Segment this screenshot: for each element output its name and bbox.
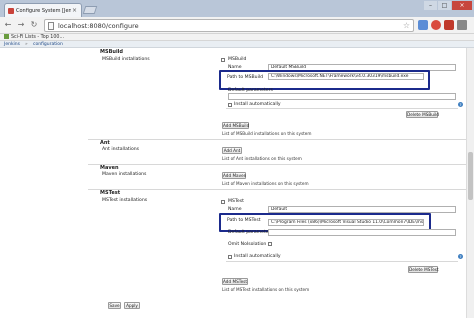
page-icon bbox=[48, 22, 54, 30]
ant-section-title: Ant bbox=[100, 140, 110, 146]
help-icon[interactable]: ? bbox=[458, 254, 463, 259]
mstest-list-help: List of MSTest installations on this sys… bbox=[222, 287, 310, 292]
address-bar[interactable]: localhost:8080/configure ☆ bbox=[44, 19, 414, 32]
maximize-icon[interactable]: □ bbox=[438, 1, 451, 10]
msbuild-section-title: MSBuild bbox=[100, 49, 123, 55]
minimize-icon[interactable]: – bbox=[424, 1, 437, 10]
add-maven-button[interactable]: Add Maven bbox=[222, 172, 246, 179]
bookmark-icon bbox=[4, 34, 9, 39]
reload-icon[interactable]: ↻ bbox=[29, 20, 39, 30]
divider bbox=[226, 108, 458, 109]
section-divider bbox=[88, 139, 466, 140]
menu-icon[interactable] bbox=[457, 20, 467, 30]
mstest-path-label: Path to MSTest bbox=[227, 218, 261, 223]
msbuild-params-input[interactable] bbox=[228, 93, 456, 100]
mstest-params-label: Default parameters bbox=[228, 230, 273, 235]
maven-list-help: List of Maven installations on this syst… bbox=[222, 181, 309, 186]
add-ant-button[interactable]: Add Ant bbox=[222, 147, 242, 154]
mstest-item-title: MSTest bbox=[228, 199, 244, 204]
ant-installations-label: Ant installations bbox=[102, 147, 140, 152]
mstest-params-input[interactable] bbox=[268, 229, 456, 236]
forward-icon[interactable]: → bbox=[16, 20, 26, 30]
back-icon[interactable]: ← bbox=[3, 20, 13, 30]
bookmark-item[interactable]: Sci-Fi Lists - Top 100... bbox=[4, 34, 64, 40]
save-button[interactable]: Save bbox=[108, 302, 121, 309]
add-mstest-button[interactable]: Add MSTest bbox=[222, 278, 248, 285]
new-tab-button[interactable] bbox=[82, 6, 98, 14]
breadcrumb-configuration[interactable]: configuration bbox=[33, 42, 63, 47]
apply-button[interactable]: Apply bbox=[124, 302, 140, 309]
mstest-install-auto-checkbox[interactable] bbox=[228, 255, 232, 259]
breadcrumb-separator: » bbox=[25, 42, 28, 47]
msbuild-path-input[interactable]: C:\Windows\Microsoft.NET\Framework\v4.0.… bbox=[268, 73, 424, 80]
extension-icon[interactable] bbox=[431, 20, 441, 30]
maven-installations-label: Maven installations bbox=[102, 172, 147, 177]
browser-tab[interactable]: Configure System [Jenkins] × bbox=[4, 3, 82, 17]
extension-icon[interactable] bbox=[418, 20, 428, 30]
window-controls: – □ × bbox=[424, 1, 472, 10]
tab-title: Configure System [Jenkins] bbox=[16, 8, 71, 14]
section-divider bbox=[88, 189, 466, 190]
mstest-install-auto-label: Install automatically bbox=[234, 254, 281, 259]
close-window-icon[interactable]: × bbox=[452, 1, 472, 10]
mstest-omit-label: Omit NoIsolation bbox=[228, 242, 267, 247]
url-text: localhost:8080/configure bbox=[58, 22, 139, 30]
breadcrumb: Jenkins » configuration bbox=[0, 41, 474, 48]
mstest-path-input[interactable]: C:\Program Files (x86)\Microsoft Visual … bbox=[268, 219, 424, 226]
breadcrumb-jenkins[interactable]: Jenkins bbox=[4, 42, 20, 47]
jenkins-favicon-icon bbox=[8, 8, 14, 14]
mstest-name-input[interactable]: Default bbox=[268, 206, 456, 213]
msbuild-path-label: Path to MSBuild bbox=[227, 75, 264, 80]
divider bbox=[226, 261, 458, 262]
bookmark-star-icon[interactable]: ☆ bbox=[403, 21, 410, 30]
page-scrollbar[interactable] bbox=[466, 48, 474, 318]
delete-msbuild-button[interactable]: Delete MSBuild bbox=[406, 111, 439, 118]
help-icon[interactable]: ? bbox=[458, 102, 463, 107]
msbuild-install-auto-label: Install automatically bbox=[234, 102, 281, 107]
mstest-omit-checkbox[interactable] bbox=[268, 242, 272, 246]
msbuild-list-help: List of MSBuild installations on this sy… bbox=[222, 131, 312, 136]
extension-icon[interactable] bbox=[444, 20, 454, 30]
scrollbar-thumb[interactable] bbox=[468, 152, 473, 200]
mstest-item-handle bbox=[221, 200, 225, 204]
msbuild-item-handle bbox=[221, 58, 225, 62]
browser-titlebar: Configure System [Jenkins] × – □ × bbox=[0, 0, 474, 17]
delete-mstest-button[interactable]: Delete MSTest bbox=[408, 266, 439, 273]
mstest-name-label: Name bbox=[228, 207, 242, 212]
mstest-installations-label: MSTest installations bbox=[102, 198, 148, 203]
extension-icons bbox=[418, 20, 467, 30]
tab-close-icon[interactable]: × bbox=[72, 7, 77, 14]
msbuild-installations-label: MSBuild installations bbox=[102, 57, 150, 62]
add-msbuild-button[interactable]: Add MSBuild bbox=[222, 122, 249, 129]
section-divider bbox=[88, 164, 466, 165]
browser-toolbar: ← → ↻ localhost:8080/configure ☆ bbox=[0, 17, 474, 34]
mstest-section-title: MSTest bbox=[100, 190, 121, 196]
maven-section-title: Maven bbox=[100, 165, 119, 171]
config-form: MSBuild MSBuild installations MSBuild Na… bbox=[88, 48, 466, 318]
msbuild-install-auto-checkbox[interactable] bbox=[228, 103, 232, 107]
msbuild-item-title: MSBuild bbox=[228, 57, 247, 62]
bookmarks-bar: Sci-Fi Lists - Top 100... bbox=[0, 34, 474, 41]
ant-list-help: List of Ant installations on this system bbox=[222, 156, 302, 161]
